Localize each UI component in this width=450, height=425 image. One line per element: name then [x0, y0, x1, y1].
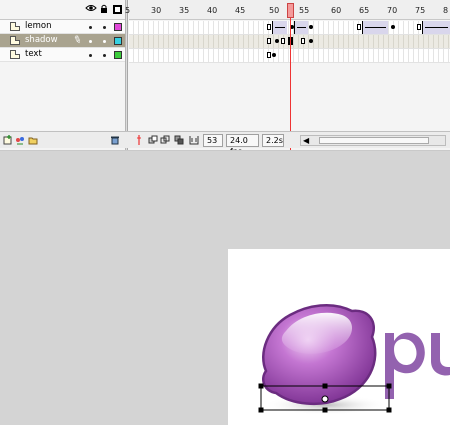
onion-skin-outlines-icon[interactable] [160, 135, 170, 145]
motion-tween[interactable] [272, 21, 287, 34]
edit-multiple-frames-icon[interactable] [174, 135, 184, 145]
eye-icon[interactable] [85, 4, 97, 12]
layer-name: text [25, 49, 42, 59]
transform-handle[interactable] [322, 383, 328, 389]
keyframe[interactable] [309, 39, 313, 43]
add-guide-layer-icon[interactable] [15, 135, 25, 145]
motion-tween[interactable] [294, 21, 308, 34]
ruler-tick-label: 40 [207, 6, 218, 15]
add-folder-icon[interactable] [28, 135, 38, 145]
keyframe[interactable] [391, 25, 395, 29]
ruler-tick-label: 8 [443, 6, 449, 15]
layer-name: lemon [25, 21, 52, 31]
layer-name: shadow [25, 35, 58, 45]
pane-divider[interactable] [126, 0, 128, 150]
keyframe[interactable] [301, 38, 305, 44]
stage-pasteboard: pu [0, 150, 450, 425]
outline-icon[interactable] [113, 5, 122, 14]
layer-header [0, 0, 125, 20]
keyframe[interactable] [272, 53, 276, 57]
keyframe[interactable] [267, 24, 271, 30]
stage-artwork: pu [258, 304, 450, 415]
ruler-tick-label: 5 [125, 6, 131, 15]
frame-ruler[interactable]: 5 30 35 40 45 50 55 60 65 70 75 8 [125, 0, 450, 20]
ruler-tick-label: 35 [179, 6, 190, 15]
layer-row-shadow[interactable]: shadow ✎ [0, 34, 125, 48]
lock-dot[interactable] [103, 40, 106, 43]
playhead[interactable] [287, 3, 294, 18]
current-frame-field: 53 [203, 134, 223, 147]
ruler-tick-label: 45 [235, 6, 246, 15]
transform-handle[interactable] [258, 383, 264, 389]
layer-row-lemon[interactable]: lemon [0, 20, 125, 34]
scrollbar-thumb[interactable] [319, 137, 429, 144]
transform-handle[interactable] [322, 407, 328, 413]
timeline-footer: 53 24.0 fps 2.2s ◀ [0, 131, 450, 156]
onion-skin-icon[interactable] [148, 135, 158, 145]
ruler-tick-label: 65 [359, 6, 370, 15]
scroll-left-arrow-icon[interactable]: ◀ [303, 137, 309, 145]
ruler-tick-label: 50 [269, 6, 280, 15]
elapsed-time-field: 2.2s [262, 134, 284, 147]
keyframe[interactable] [357, 24, 361, 30]
stage-canvas[interactable]: pu [228, 249, 450, 425]
keyframe[interactable] [417, 24, 421, 30]
lemon-graphic[interactable] [262, 304, 377, 405]
modify-onion-markers-icon[interactable] [189, 135, 199, 145]
transform-handle[interactable] [258, 407, 264, 413]
layer-pane: lemon shadow ✎ text [0, 0, 126, 150]
layer-icon [10, 50, 20, 59]
keyframe[interactable] [267, 38, 271, 44]
ruler-tick-label: 30 [151, 6, 162, 15]
keyframe[interactable] [275, 39, 279, 43]
outline-color-swatch[interactable] [114, 37, 122, 45]
ruler-tick-label: 75 [415, 6, 426, 15]
frame-rate-field[interactable]: 24.0 fps [226, 134, 259, 156]
outline-color-swatch[interactable] [114, 51, 122, 59]
motion-tween[interactable] [362, 21, 388, 34]
keyframe[interactable] [281, 38, 285, 44]
keyframe[interactable] [267, 52, 271, 58]
outline-color-swatch[interactable] [114, 23, 122, 31]
visibility-dot[interactable] [89, 26, 92, 29]
add-layer-icon[interactable] [3, 135, 13, 145]
frames-pane: 5 30 35 40 45 50 55 60 65 70 75 8 [125, 0, 450, 150]
ruler-tick-label: 60 [331, 6, 342, 15]
pencil-icon: ✎ [71, 33, 84, 48]
timeline-scrollbar[interactable]: ◀ [300, 135, 446, 146]
layer-row-text[interactable]: text [0, 48, 125, 62]
ruler-tick-label: 55 [299, 6, 310, 15]
motion-tween[interactable] [422, 21, 450, 34]
ruler-tick-label: 70 [387, 6, 398, 15]
visibility-dot[interactable] [89, 40, 92, 43]
center-frame-icon[interactable] [134, 135, 144, 145]
visibility-dot[interactable] [89, 54, 92, 57]
lock-icon[interactable] [100, 4, 108, 13]
transform-handle[interactable] [386, 383, 392, 389]
logo-text-graphic [385, 332, 450, 399]
transform-handle[interactable] [386, 407, 392, 413]
trash-icon[interactable] [110, 135, 120, 145]
timeline-panel: lemon shadow ✎ text 5 30 35 40 45 50 55 … [0, 0, 450, 156]
lock-dot[interactable] [103, 54, 106, 57]
layer-icon [10, 36, 20, 45]
keyframe[interactable] [309, 25, 313, 29]
layer-icon [10, 22, 20, 31]
lock-dot[interactable] [103, 26, 106, 29]
registration-point[interactable] [321, 395, 329, 403]
